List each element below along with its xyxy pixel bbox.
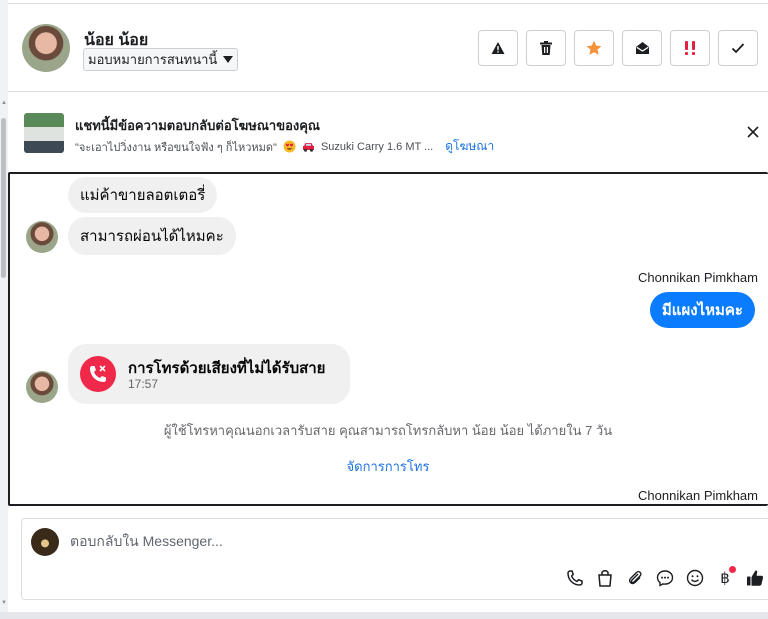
emoji-button[interactable] (682, 566, 708, 590)
star-icon (586, 40, 602, 55)
missed-call-notice: ผู้ใช้โทรหาคุณนอกเวลารับสาย คุณสามารถโทร… (163, 423, 613, 438)
ad-banner-title: แชทนี้มีข้อความตอบกลับต่อโฆษณาของคุณ (75, 118, 320, 133)
like-button[interactable] (742, 566, 768, 590)
message-text: แม่ค้าขายลอตเตอรี่ (80, 187, 206, 204)
heart-eyes-emoji-icon (283, 140, 296, 153)
contact-avatar[interactable] (22, 24, 70, 72)
view-ad-link[interactable]: ดูโฆษณา (445, 137, 494, 156)
thumbs-up-icon (747, 570, 764, 586)
message-thread[interactable]: แม่ค้าขายลอตเตอรี่ สามารถผ่อนได้ไหมคะ Ch… (8, 172, 768, 506)
sender-name: Chonnikan Pimkham (638, 270, 758, 285)
phone-icon (567, 570, 583, 586)
message-text: มีแผงไหมคะ (661, 302, 743, 319)
manage-calls-link[interactable]: จัดการการโทร (10, 456, 766, 477)
sender-name: Chonnikan Pimkham (638, 488, 758, 503)
double-exclamation-icon (685, 41, 695, 55)
missed-call-card[interactable]: การโทรด้วยเสียงที่ไม่ได้รับสาย 17:57 (68, 344, 350, 404)
report-spam-button[interactable] (478, 30, 518, 66)
conversation-header: น้อย น้อย มอบหมายการสนทนานี้ (8, 4, 768, 92)
ad-banner-subtitle: "จะเอาไปวิ่งงาน หรือขนใจฟัง ๆ ก็ไหวหมด" … (75, 137, 494, 156)
shopping-bag-icon (598, 570, 612, 587)
incoming-message-bubble[interactable]: แม่ค้าขายลอตเตอรี่ (68, 177, 218, 213)
close-icon[interactable] (746, 125, 760, 139)
contact-avatar-small[interactable] (26, 221, 58, 253)
ad-reply-banner: แชทนี้มีข้อความตอบกลับต่อโฆษณาของคุณ "จะ… (8, 93, 768, 171)
call-button[interactable] (562, 566, 588, 590)
scroll-up-arrow-icon[interactable]: ▲ (1, 100, 7, 106)
payment-button[interactable]: ฿ (712, 566, 738, 590)
attach-button[interactable] (622, 566, 648, 590)
notification-dot (729, 566, 736, 573)
contact-avatar-small[interactable] (26, 371, 58, 403)
bottom-scroll-area (0, 612, 768, 619)
caret-down-icon (223, 56, 234, 63)
shop-button[interactable] (592, 566, 618, 590)
saved-replies-button[interactable] (652, 566, 678, 590)
car-emoji-icon (302, 143, 314, 152)
reply-input[interactable] (70, 533, 670, 549)
incoming-message-bubble[interactable]: สามารถผ่อนได้ไหมคะ (68, 217, 236, 255)
warning-icon (491, 42, 505, 54)
page-avatar[interactable] (31, 528, 59, 556)
star-button[interactable] (574, 30, 614, 66)
assign-conversation-label: มอบหมายการสนทนานี้ (88, 52, 218, 67)
baht-icon: ฿ (720, 569, 730, 587)
chat-bubble-icon (656, 570, 674, 587)
message-text: สามารถผ่อนได้ไหมคะ (80, 228, 224, 245)
call-time: 17:57 (128, 377, 159, 391)
mark-done-button[interactable] (718, 30, 758, 66)
ad-thumbnail[interactable] (24, 113, 64, 153)
delete-button[interactable] (526, 30, 566, 66)
conversation-actions (478, 30, 758, 66)
reply-composer: ฿ (21, 518, 768, 600)
scroll-down-arrow-icon[interactable]: ▼ (1, 600, 7, 606)
open-envelope-icon (635, 42, 649, 54)
paperclip-icon (628, 570, 642, 585)
trash-icon (540, 41, 552, 55)
smiley-icon (686, 569, 704, 587)
scrollbar-thumb[interactable] (1, 118, 6, 278)
missed-call-icon (80, 356, 116, 392)
outgoing-message-bubble[interactable]: มีแผงไหมคะ (649, 292, 755, 328)
ad-snippet: "จะเอาไปวิ่งงาน หรือขนใจฟัง ๆ ก็ไหวหมด" (75, 141, 277, 154)
mark-unread-button[interactable] (622, 30, 662, 66)
ad-car-text: Suzuki Carry 1.6 MT ... (320, 140, 434, 153)
checkmark-icon (731, 43, 745, 54)
composer-tools: ฿ (562, 566, 768, 590)
mark-important-button[interactable] (670, 30, 710, 66)
left-scrollbar[interactable]: ▲ ▼ (0, 0, 8, 619)
assign-conversation-dropdown[interactable]: มอบหมายการสนทนานี้ (83, 48, 239, 71)
